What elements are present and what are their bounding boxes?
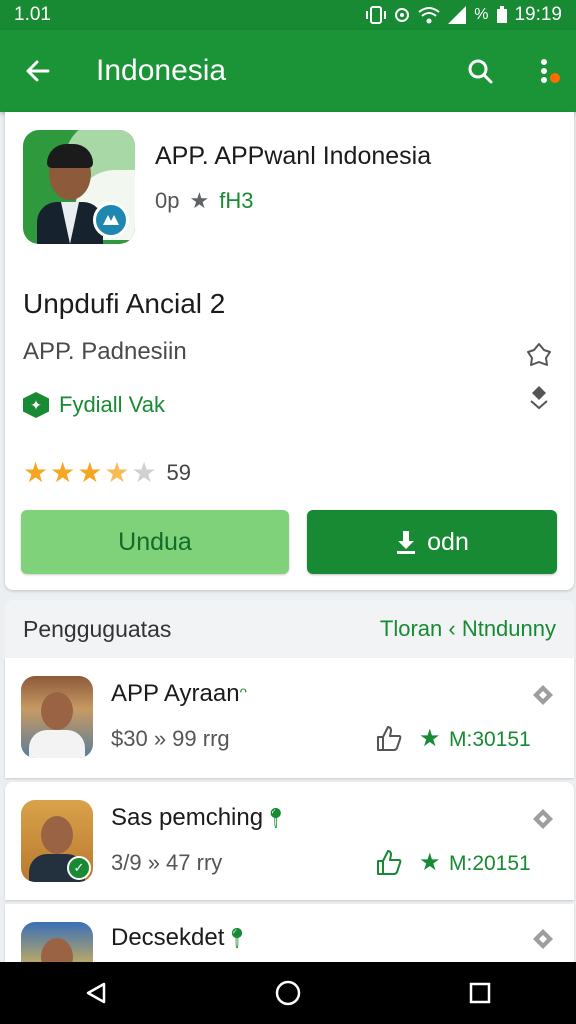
star-icon: ★ — [419, 725, 441, 752]
verified-text: Fydiall Vak — [59, 392, 165, 417]
app-meta-left: 0p — [155, 188, 180, 213]
notification-dot — [548, 71, 562, 85]
app-detail-card: APP. APPwanl Indonesia 0p ★ fH3 Unpdufi … — [5, 112, 574, 590]
section-header: Pengguguatas Tloran ‹ Ntndunny — [5, 600, 574, 658]
list-item-subtitle: 3/9 » 47 rry — [111, 850, 223, 875]
status-time-left: 1.01 — [14, 4, 51, 25]
app-logo-badge-icon — [93, 202, 129, 238]
nav-home-icon — [275, 980, 301, 1006]
secondary-action-button[interactable]: Undua — [21, 510, 289, 574]
list-item-title: Decsekdet📍︎ — [111, 924, 250, 951]
page-title: Indonesia — [96, 54, 227, 87]
star-icon: ★ — [189, 188, 210, 213]
list-item-thumbnail: ✓ — [21, 800, 93, 882]
list-item-subtitle: $30 » 99 rrg — [111, 726, 230, 751]
star-filled-icon: ★ — [23, 457, 49, 488]
star-icon: ★ — [419, 849, 441, 876]
star-filled-icon: ★ — [50, 457, 76, 488]
expand-icon[interactable] — [526, 384, 552, 410]
nav-back-icon — [86, 982, 106, 1004]
secondary-action-label: Undua — [118, 527, 192, 556]
download-label: odn — [427, 527, 469, 556]
list-item[interactable]: APP Ayraanᵔ $30 » 99 rrg ★ M:30151 — [5, 658, 574, 778]
signal-text: % — [474, 6, 489, 23]
pin-icon: 📍︎ — [224, 928, 250, 950]
app-bar: Indonesia — [0, 30, 576, 112]
section-action-link[interactable]: Tloran ‹ Ntndunny — [380, 616, 556, 642]
star-half-icon: ★ — [104, 457, 130, 488]
list-item-title: Sas pemching📍︎ — [111, 804, 289, 831]
verified-shield-icon: ✦ — [23, 392, 49, 418]
wifi-icon — [418, 7, 440, 24]
publisher-name[interactable]: APP. Padnesiin — [23, 338, 187, 366]
more-options-button[interactable] — [512, 57, 576, 85]
list-item-code: M:20151 — [449, 852, 531, 875]
list-item[interactable]: Decsekdet📍︎ — [5, 904, 574, 982]
app-name: APP. APPwanl Indonesia — [155, 142, 432, 170]
search-icon — [468, 59, 493, 84]
list-item[interactable]: ✓ Sas pemching📍︎ 3/9 » 47 rry ★ M:20151 — [5, 782, 574, 900]
vibrate-icon — [366, 6, 387, 24]
download-icon — [397, 531, 416, 554]
nav-back-button[interactable] — [66, 963, 126, 1023]
bookmark-icon[interactable] — [526, 342, 552, 368]
update-title: Unpdufi Ancial 2 — [23, 288, 226, 319]
list-item-title: APP Ayraanᵔ — [111, 680, 248, 707]
pin-icon: 📍︎ — [263, 808, 289, 830]
section-title: Pengguguatas — [23, 615, 172, 642]
battery-icon — [497, 6, 508, 23]
app-icon-person — [37, 144, 103, 244]
status-time-right: 19:19 — [514, 4, 562, 25]
nav-recents-button[interactable] — [450, 963, 510, 1023]
app-icon — [23, 130, 135, 244]
nav-home-button[interactable] — [258, 963, 318, 1023]
check-icon: ✓ — [67, 856, 91, 880]
star-empty-icon: ★ — [131, 457, 157, 488]
signal-icon — [448, 6, 467, 24]
rating-stars: ★ ★ ★ ★ ★ 59 — [23, 456, 191, 489]
back-button[interactable] — [0, 57, 76, 85]
diamond-icon[interactable] — [532, 808, 554, 830]
status-bar: 1.01 % 19:19 — [0, 0, 576, 30]
rating-count: 59 — [166, 459, 192, 485]
verified-label: ✦ Fydiall Vak — [23, 392, 165, 418]
thumb-up-icon[interactable] — [375, 724, 403, 752]
arrow-left-icon — [26, 60, 50, 82]
data-saver-icon — [395, 8, 410, 22]
star-filled-icon: ★ — [77, 457, 103, 488]
list-item-thumbnail — [21, 676, 93, 758]
diamond-icon[interactable] — [532, 928, 554, 950]
nav-recents-icon — [469, 982, 491, 1004]
download-button[interactable]: odn — [307, 510, 557, 574]
list-item-code: M:30151 — [449, 728, 531, 751]
app-meta: 0p ★ fH3 — [155, 188, 253, 214]
app-meta-right: fH3 — [219, 188, 254, 213]
status-icons: % — [366, 6, 508, 24]
search-button[interactable] — [448, 57, 512, 85]
thumb-up-icon[interactable] — [375, 848, 403, 876]
system-nav-bar — [0, 962, 576, 1024]
diamond-icon[interactable] — [532, 684, 554, 706]
pin-icon: ᵔ — [239, 684, 248, 706]
more-vert-icon — [541, 59, 547, 83]
